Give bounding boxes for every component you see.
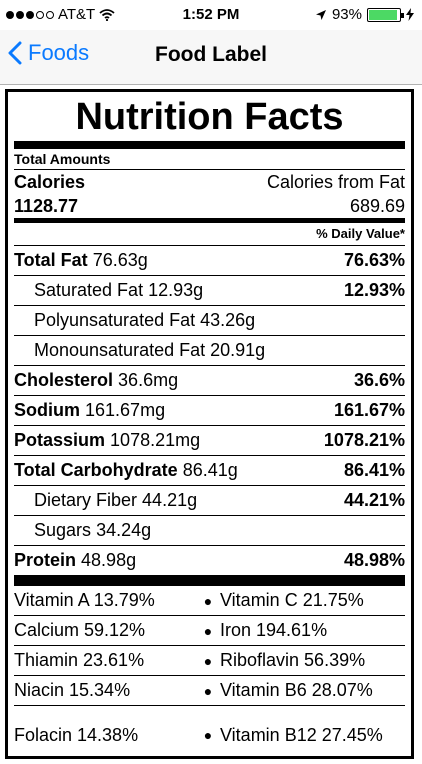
charging-bolt-icon (406, 8, 414, 21)
nutrient-label: Polyunsaturated Fat 43.26g (34, 310, 255, 331)
nutrient-label: Total Fat 76.63g (14, 250, 148, 271)
nutrient-amount: 48.98g (81, 550, 137, 570)
navigation-bar: Foods Food Label (0, 30, 422, 85)
status-right: 93% (315, 6, 414, 23)
vitamin-right: Vitamin C 21.75% (220, 590, 364, 610)
nutrient-percent: 76.63% (343, 250, 405, 270)
nutrient-label: Dietary Fiber 44.21g (34, 490, 197, 511)
nutrient-name: Dietary Fiber (34, 490, 138, 510)
nutrient-amount: 1078.21mg (110, 430, 201, 450)
nutrient-name: Polyunsaturated Fat (34, 310, 196, 330)
location-arrow-icon (315, 9, 326, 20)
vitamin-left: Thiamin 23.61% (14, 650, 145, 670)
nutrient-list: Total Fat 76.63g 76.63% Saturated Fat 12.9… (14, 246, 405, 576)
nutrient-amount: 76.63g (92, 250, 148, 270)
nutrient-row: Cholesterol 36.6mg 36.6% (14, 366, 405, 396)
nutrient-row: Protein 48.98g 48.98% (14, 546, 405, 576)
nutrient-row: Sodium 161.67mg 161.67% (14, 396, 405, 426)
battery-icon (367, 7, 404, 22)
nutrient-row: Saturated Fat 12.93g 12.93% (14, 276, 405, 306)
nutrient-row: Total Carbohydrate 86.41g 86.41% (14, 456, 405, 486)
nutrient-name: Saturated Fat (34, 280, 144, 300)
calories-from-fat-value: 689.69 (349, 196, 405, 216)
nutrition-label: Nutrition Facts Total Amounts Calories C… (5, 89, 414, 759)
vitamin-right: Vitamin B12 27.45% (220, 725, 383, 745)
calories-label-row: Calories Calories from Fat (14, 170, 405, 194)
vitamin-left: Folacin 14.38% (14, 724, 139, 745)
vitamin-row: Niacin 15.34% ● Vitamin B6 28.07% (14, 676, 405, 706)
nutrient-percent: 36.6% (353, 370, 405, 390)
calories-from-fat-label: Calories from Fat (266, 172, 405, 192)
nutrient-percent: 12.93% (343, 280, 405, 300)
bullet-icon: ● (203, 592, 213, 609)
vitamin-right: Riboflavin 56.39% (220, 650, 366, 670)
nutrient-name: Potassium (14, 430, 106, 450)
nutrient-amount: 161.67mg (85, 400, 166, 420)
nutrient-amount: 86.41g (182, 460, 238, 480)
nutrient-name: Total Carbohydrate (14, 460, 178, 480)
total-amounts-label: Total Amounts (14, 149, 405, 170)
vitamin-list: Vitamin A 13.79% ● Vitamin C 21.75% Calcium… (14, 586, 405, 764)
thick-divider (14, 141, 405, 149)
nutrient-row: Dietary Fiber 44.21g 44.21% (14, 486, 405, 516)
thick-divider (14, 576, 405, 586)
nutrient-amount: 44.21g (142, 490, 198, 510)
nutrient-percent: 86.41% (343, 460, 405, 480)
nutrient-row: Potassium 1078.21mg 1078.21% (14, 426, 405, 456)
calories-label: Calories (14, 172, 86, 192)
nutrient-amount: 20.91g (210, 340, 266, 360)
nutrient-label: Protein 48.98g (14, 550, 136, 571)
vitamin-right: Iron 194.61% (220, 620, 328, 640)
nutrient-percent: 48.98% (343, 550, 405, 570)
vitamin-right: Vitamin B6 28.07% (220, 680, 373, 700)
nutrient-name: Total Fat (14, 250, 88, 270)
vitamin-left: Calcium 59.12% (14, 620, 146, 640)
bullet-icon: ● (203, 652, 213, 669)
nutrient-amount: 43.26g (200, 310, 256, 330)
nutrient-name: Sugars (34, 520, 92, 540)
nutrient-name: Cholesterol (14, 370, 114, 390)
nutrient-row: Polyunsaturated Fat 43.26g (14, 306, 405, 336)
nutrient-name: Protein (14, 550, 77, 570)
calories-value-row: 1128.77 689.69 (14, 194, 405, 218)
nutrient-label: Monounsaturated Fat 20.91g (34, 340, 265, 361)
page-title: Food Label (155, 43, 267, 66)
nutrient-percent: 161.67% (333, 400, 405, 420)
nutrient-percent: 44.21% (343, 490, 405, 510)
vitamin-left: Vitamin A 13.79% (14, 590, 155, 610)
nutrient-percent: 1078.21% (323, 430, 405, 450)
bullet-icon: ● (203, 682, 213, 699)
nutrient-label: Total Carbohydrate 86.41g (14, 460, 238, 481)
nutrient-name: Sodium (14, 400, 80, 420)
daily-value-header: % Daily Value* (14, 223, 405, 246)
nutrition-facts-title: Nutrition Facts (75, 96, 344, 138)
vitamin-row: Folacin 14.38% ● Vitamin B12 27.45% (14, 706, 405, 764)
nutrient-row: Total Fat 76.63g 76.63% (14, 246, 405, 276)
nutrient-label: Sodium 161.67mg (14, 400, 165, 421)
nutrient-row: Monounsaturated Fat 20.91g (14, 336, 405, 366)
nutrient-label: Potassium 1078.21mg (14, 430, 200, 451)
nutrient-amount: 12.93g (148, 280, 204, 300)
nutrient-name: Monounsaturated Fat (34, 340, 206, 360)
nutrient-label: Sugars 34.24g (34, 520, 151, 541)
battery-fill (369, 9, 397, 20)
status-bar: AT&T 1:52 PM 93% (0, 0, 422, 30)
nutrient-amount: 36.6mg (118, 370, 179, 390)
bullet-icon: ● (203, 622, 213, 639)
battery-nub (401, 12, 404, 18)
bullet-icon: ● (203, 727, 213, 743)
nutrient-amount: 34.24g (96, 520, 152, 540)
nutrient-label: Cholesterol 36.6mg (14, 370, 178, 391)
vitamin-row: Thiamin 23.61% ● Riboflavin 56.39% (14, 646, 405, 676)
vitamin-row: Calcium 59.12% ● Iron 194.61% (14, 616, 405, 646)
nutrient-row: Sugars 34.24g (14, 516, 405, 546)
calories-value: 1128.77 (14, 196, 79, 216)
vitamin-row: Vitamin A 13.79% ● Vitamin C 21.75% (14, 586, 405, 616)
nutrient-label: Saturated Fat 12.93g (34, 280, 203, 301)
vitamin-left: Niacin 15.34% (14, 680, 131, 700)
battery-percent: 93% (331, 6, 362, 23)
